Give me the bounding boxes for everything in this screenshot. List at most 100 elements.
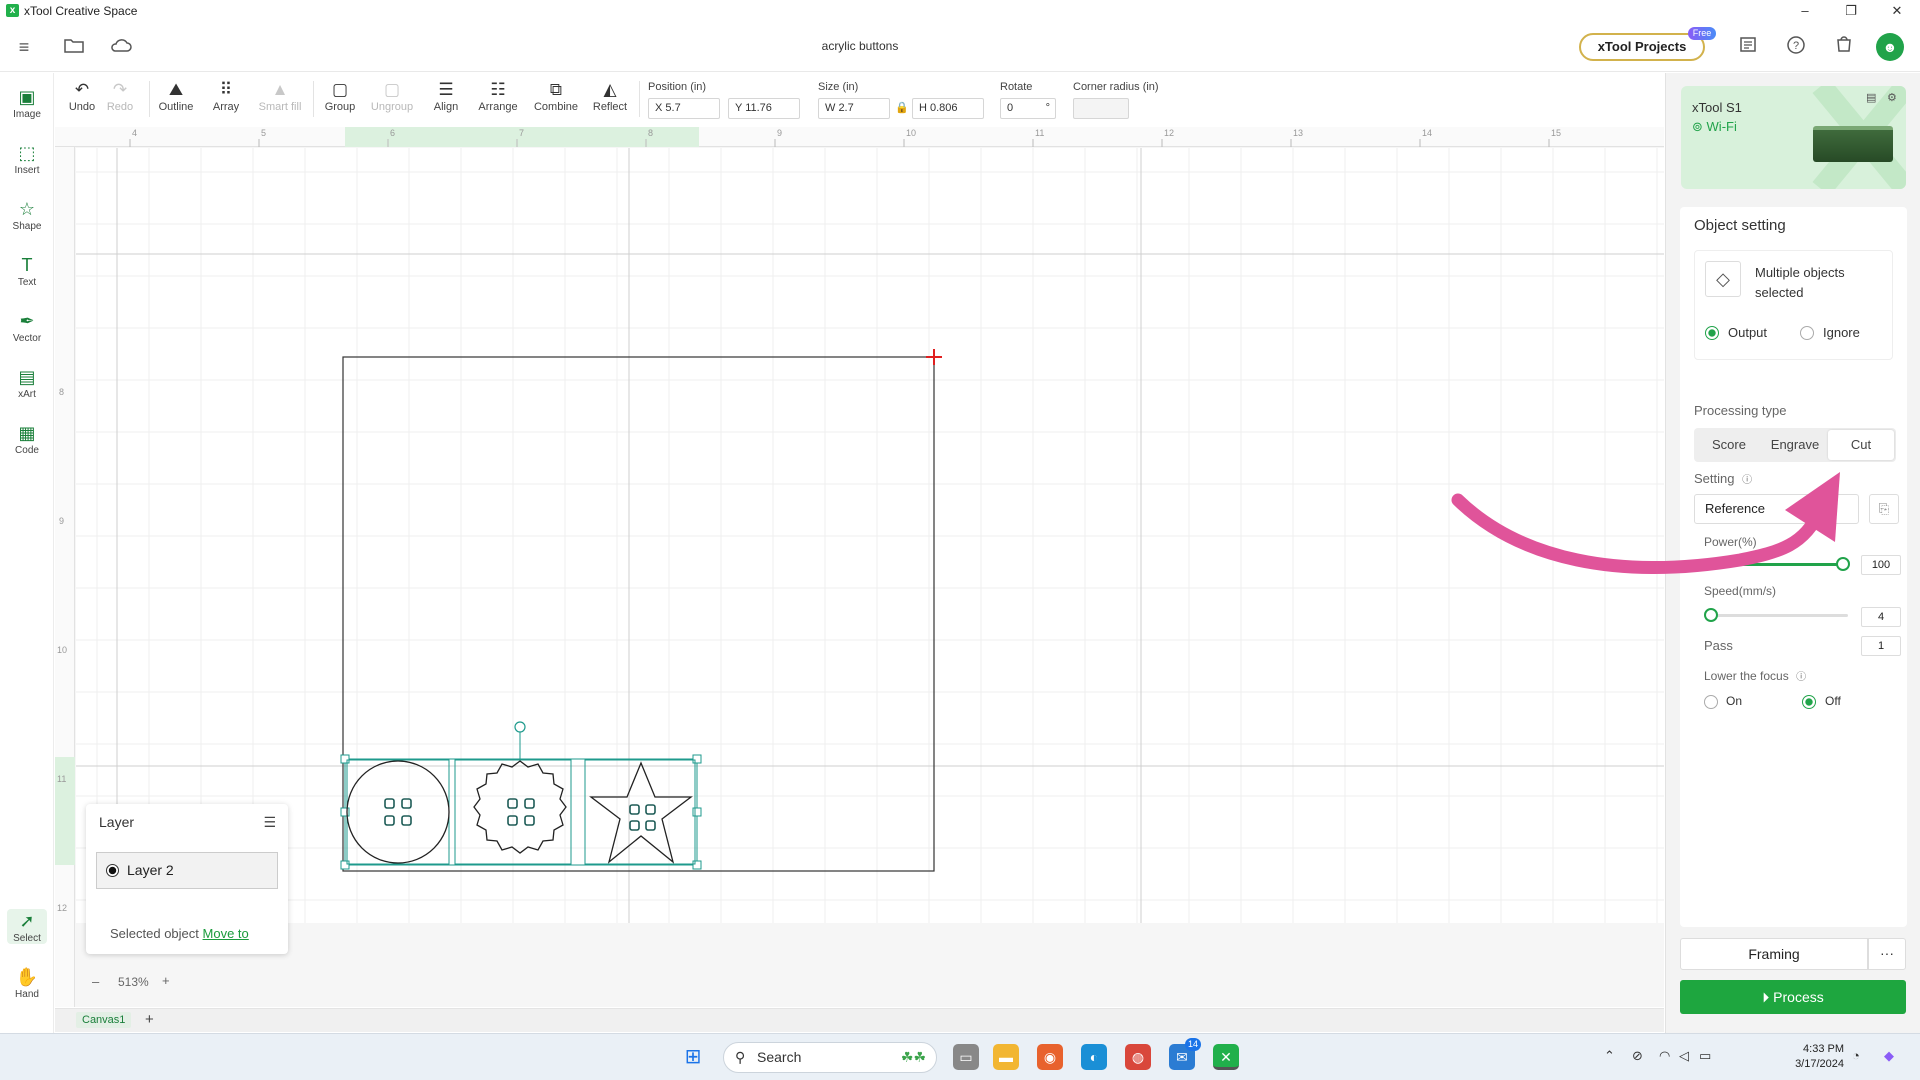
processing-engrave-tab[interactable]: Engrave bbox=[1762, 430, 1828, 460]
processing-type-selector: Score Engrave Cut bbox=[1694, 428, 1896, 462]
add-canvas-button[interactable]: + bbox=[145, 1011, 154, 1028]
code-tool[interactable]: ▦ Code bbox=[0, 421, 54, 456]
ignore-radio[interactable] bbox=[1800, 326, 1814, 340]
rotate-input[interactable]: 0 ° bbox=[1000, 98, 1056, 119]
rotate-handle[interactable] bbox=[514, 721, 526, 733]
taskbar-clock[interactable]: 4:33 PM 3/17/2024 bbox=[1768, 1042, 1844, 1072]
notes-icon[interactable] bbox=[1736, 35, 1760, 59]
image-tool-label: Image bbox=[13, 109, 41, 120]
toolbar-divider bbox=[149, 81, 150, 117]
network-off-icon[interactable]: ⊘ bbox=[1632, 1048, 1643, 1064]
zoom-out-button[interactable]: – bbox=[92, 974, 99, 989]
device-settings-icon[interactable]: ⚙ bbox=[1887, 91, 1897, 104]
cursor-icon: ➚ bbox=[19, 911, 35, 931]
canvas-area[interactable] bbox=[55, 127, 1664, 1007]
array-button[interactable]: ⠿ Array bbox=[201, 79, 251, 113]
insert-tool[interactable]: ⬚ Insert bbox=[0, 141, 54, 176]
selected-object-info: Selected object Move to bbox=[110, 926, 249, 941]
canvas-tabs: Canvas1 + bbox=[55, 1008, 1664, 1032]
tray-chevron-icon[interactable]: ⌃ bbox=[1604, 1048, 1615, 1064]
design-canvas[interactable] bbox=[55, 127, 1664, 1007]
size-height-input[interactable]: H 0.806 bbox=[912, 98, 984, 119]
processing-score-tab[interactable]: Score bbox=[1696, 430, 1762, 460]
toolbar-divider bbox=[639, 81, 640, 117]
smart-fill-button[interactable]: ▲ Smart fill bbox=[255, 79, 305, 113]
help-icon[interactable]: ? bbox=[1784, 35, 1808, 59]
corner-radius-input[interactable] bbox=[1073, 98, 1129, 119]
reflect-icon: ◭ bbox=[603, 80, 617, 99]
xart-tool[interactable]: ▤ xArt bbox=[0, 365, 54, 400]
reflect-button[interactable]: ◭ Reflect bbox=[585, 79, 635, 113]
outlook-icon[interactable]: 14 ✉ bbox=[1169, 1038, 1201, 1070]
text-tool[interactable]: T Text bbox=[0, 253, 54, 288]
ungroup-button[interactable]: ▢ Ungroup bbox=[367, 79, 417, 113]
position-y-input[interactable]: Y 11.76 bbox=[728, 98, 800, 119]
layer-menu-icon[interactable]: ☰ bbox=[263, 814, 276, 831]
outline-button[interactable]: ⛰ Outline bbox=[151, 79, 201, 113]
arrange-button[interactable]: ☷ Arrange bbox=[473, 79, 523, 113]
tab-canvas1[interactable]: Canvas1 bbox=[76, 1012, 132, 1028]
shape-tool-label: Shape bbox=[12, 221, 42, 232]
wifi-tray-icon[interactable]: ◠ bbox=[1659, 1048, 1670, 1064]
wifi-icon: ⊚ bbox=[1692, 119, 1703, 134]
layer-item[interactable]: Layer 2 bbox=[96, 852, 278, 889]
more-options-button[interactable]: ··· bbox=[1868, 938, 1906, 970]
lower-focus-on-radio[interactable] bbox=[1704, 695, 1718, 709]
ruler-mark: 8 bbox=[648, 128, 654, 138]
insert-icon: ⬚ bbox=[18, 143, 36, 163]
taskbar-search[interactable]: ⚲ Search ☘☘ bbox=[723, 1042, 937, 1073]
volume-icon[interactable]: ◁ bbox=[1679, 1048, 1689, 1064]
xtool-projects-button[interactable]: xTool Projects bbox=[1579, 33, 1705, 61]
lock-ratio-icon[interactable]: 🔒 bbox=[895, 101, 909, 114]
battery-icon[interactable]: ▭ bbox=[1699, 1048, 1711, 1064]
output-radio[interactable] bbox=[1705, 326, 1719, 340]
notifications-icon[interactable]: ◔ bbox=[1852, 1048, 1860, 1063]
align-button[interactable]: ☰ Align bbox=[421, 79, 471, 113]
speed-slider-knob[interactable] bbox=[1704, 608, 1718, 622]
user-avatar[interactable]: ☻ bbox=[1876, 33, 1904, 61]
device-file-icon[interactable]: ▤ bbox=[1866, 91, 1876, 104]
edge-icon[interactable]: ◐ bbox=[1081, 1044, 1107, 1070]
code-tool-label: Code bbox=[15, 445, 39, 456]
play-icon: ⏵ bbox=[1762, 989, 1770, 1005]
device-card[interactable]: xTool S1 ⊚ Wi-Fi ▤ ⚙ bbox=[1681, 86, 1906, 189]
group-button[interactable]: ▢ Group bbox=[315, 79, 365, 113]
select-tool[interactable]: ➚ Select bbox=[7, 909, 47, 944]
hand-tool[interactable]: ✋ Hand bbox=[0, 965, 54, 1000]
vector-tool[interactable]: ✒ Vector bbox=[0, 309, 54, 344]
zoom-level[interactable]: 513% bbox=[118, 975, 149, 989]
ruler-mark: 11 bbox=[57, 774, 67, 784]
copilot-icon[interactable]: ◆ bbox=[1884, 1048, 1894, 1064]
info-icon[interactable]: ⓘ bbox=[1796, 672, 1806, 683]
windows-start-icon[interactable]: ⊞ bbox=[680, 1044, 706, 1070]
pass-input[interactable]: 1 bbox=[1861, 636, 1901, 656]
framing-button[interactable]: Framing bbox=[1680, 938, 1868, 970]
ruler-mark: 12 bbox=[1164, 128, 1175, 138]
pass-label: Pass bbox=[1704, 638, 1733, 653]
speed-input[interactable]: 4 bbox=[1861, 607, 1901, 627]
close-button[interactable]: ✕ bbox=[1874, 0, 1920, 22]
chrome-icon[interactable]: ◍ bbox=[1125, 1044, 1151, 1070]
minimize-button[interactable]: – bbox=[1782, 0, 1828, 22]
combine-button[interactable]: ⧉ Combine bbox=[531, 79, 581, 113]
redo-button[interactable]: ↷ Redo bbox=[95, 79, 145, 113]
task-view-icon[interactable]: ▭ bbox=[953, 1044, 979, 1070]
layer-radio-icon[interactable] bbox=[106, 864, 119, 877]
hand-icon: ✋ bbox=[15, 967, 39, 987]
size-width-input[interactable]: W 2.7 bbox=[818, 98, 890, 119]
xtool-app-icon[interactable]: ✕ bbox=[1213, 1044, 1239, 1070]
speed-slider[interactable] bbox=[1704, 608, 1848, 622]
shop-icon[interactable] bbox=[1832, 35, 1856, 59]
position-x-input[interactable]: X 5.7 bbox=[648, 98, 720, 119]
lower-focus-off-radio[interactable] bbox=[1802, 695, 1816, 709]
file-explorer-icon[interactable]: ▬ bbox=[993, 1044, 1019, 1070]
maximize-button[interactable]: ❐ bbox=[1828, 0, 1874, 22]
firefox-icon[interactable]: ◉ bbox=[1037, 1044, 1063, 1070]
process-button[interactable]: ⏵ Process bbox=[1680, 980, 1906, 1014]
move-to-link[interactable]: Move to bbox=[203, 926, 249, 941]
zoom-in-button[interactable]: + bbox=[162, 973, 170, 988]
image-tool[interactable]: ▣ Image bbox=[0, 85, 54, 120]
processing-cut-tab[interactable]: Cut bbox=[1828, 430, 1894, 460]
shape-tool[interactable]: ☆ Shape bbox=[0, 197, 54, 232]
clock-date: 3/17/2024 bbox=[1795, 1058, 1844, 1070]
